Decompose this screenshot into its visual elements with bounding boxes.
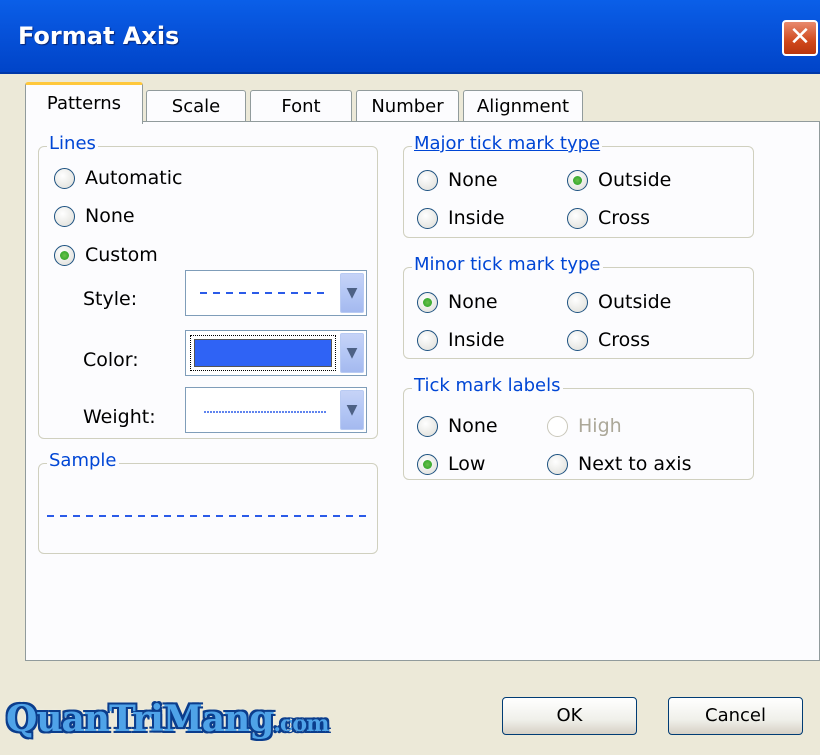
radio-icon	[54, 168, 75, 189]
weight-preview	[190, 392, 336, 428]
sample-line	[47, 515, 371, 517]
watermark-main: QuanTriMang	[6, 698, 274, 740]
radio-label: Cross	[598, 207, 651, 229]
window-title: Format Axis	[18, 22, 180, 50]
radio-label: None	[448, 415, 498, 437]
radio-label: Custom	[85, 244, 158, 266]
major-tick-legend: Major tick mark type	[412, 133, 603, 154]
major-tick-group: Major tick mark type None Outside Inside…	[403, 133, 754, 238]
style-label: Style:	[83, 288, 138, 310]
radio-icon	[417, 170, 438, 191]
major-tick-legend-text: Major tick mark type	[414, 133, 601, 154]
chevron-down-icon[interactable]: ▼	[340, 273, 364, 313]
sample-group: Sample	[38, 450, 378, 554]
radio-label: Outside	[598, 291, 672, 313]
radio-label: None	[448, 169, 498, 191]
radio-label: Low	[448, 453, 486, 475]
minor-tick-legend: Minor tick mark type	[412, 254, 603, 275]
sample-legend: Sample	[47, 450, 119, 471]
color-swatch	[194, 339, 332, 367]
tab-label: Scale	[171, 96, 221, 117]
close-button[interactable]: ✕	[782, 20, 818, 56]
patterns-panel: Lines Automatic None Custom Style: ▼ Col…	[25, 121, 820, 661]
radio-icon	[417, 330, 438, 351]
chevron-down-icon[interactable]: ▼	[340, 333, 364, 373]
minor-tick-group: Minor tick mark type None Outside Inside…	[403, 254, 754, 359]
tick-labels-legend: Tick mark labels	[412, 375, 563, 396]
radio-icon	[417, 416, 438, 437]
radio-label: Automatic	[85, 167, 183, 189]
radio-icon	[547, 454, 568, 475]
color-preview	[190, 335, 336, 371]
style-dropdown[interactable]: ▼	[185, 270, 367, 316]
thin-line-preview	[204, 411, 326, 413]
close-icon: ✕	[789, 22, 811, 52]
tab-font[interactable]: Font	[250, 90, 352, 124]
radio-icon	[567, 292, 588, 313]
radio-icon	[54, 245, 75, 266]
watermark-logo: QuanTriMang.com	[6, 698, 329, 740]
radio-icon	[417, 292, 438, 313]
tab-scale[interactable]: Scale	[146, 90, 246, 124]
radio-label: Inside	[448, 207, 505, 229]
radio-label: None	[85, 205, 135, 227]
radio-icon	[567, 170, 588, 191]
radio-label: Cross	[598, 329, 651, 351]
tab-alignment[interactable]: Alignment	[463, 90, 583, 124]
watermark-suffix: .com	[273, 711, 329, 737]
radio-label: Inside	[448, 329, 505, 351]
ok-button[interactable]: OK	[502, 697, 637, 735]
radio-icon	[567, 330, 588, 351]
tab-label: Patterns	[46, 93, 122, 114]
radio-icon	[417, 454, 438, 475]
lines-legend: Lines	[47, 133, 98, 154]
tab-number[interactable]: Number	[356, 90, 459, 124]
tab-label: Font	[281, 96, 321, 117]
color-dropdown[interactable]: ▼	[185, 330, 367, 376]
lines-group: Lines Automatic None Custom Style: ▼ Col…	[38, 133, 378, 439]
radio-label: Next to axis	[578, 453, 692, 475]
tab-patterns[interactable]: Patterns	[25, 82, 143, 124]
radio-label: None	[448, 291, 498, 313]
radio-icon	[417, 208, 438, 229]
tab-label: Alignment	[476, 96, 570, 117]
radio-icon	[54, 206, 75, 227]
radio-icon	[547, 416, 568, 437]
radio-icon	[567, 208, 588, 229]
tick-labels-group: Tick mark labels None High Low Next to a…	[403, 375, 754, 480]
weight-label: Weight:	[83, 406, 156, 428]
dashed-line-preview	[200, 292, 330, 294]
radio-label: Outside	[598, 169, 672, 191]
style-preview	[190, 275, 336, 311]
tab-label: Number	[371, 96, 444, 117]
weight-dropdown[interactable]: ▼	[185, 387, 367, 433]
chevron-down-icon[interactable]: ▼	[340, 390, 364, 430]
color-label: Color:	[83, 349, 139, 371]
title-bar[interactable]: Format Axis ✕	[0, 0, 820, 74]
radio-label: High	[578, 415, 622, 437]
cancel-button[interactable]: Cancel	[668, 697, 803, 735]
